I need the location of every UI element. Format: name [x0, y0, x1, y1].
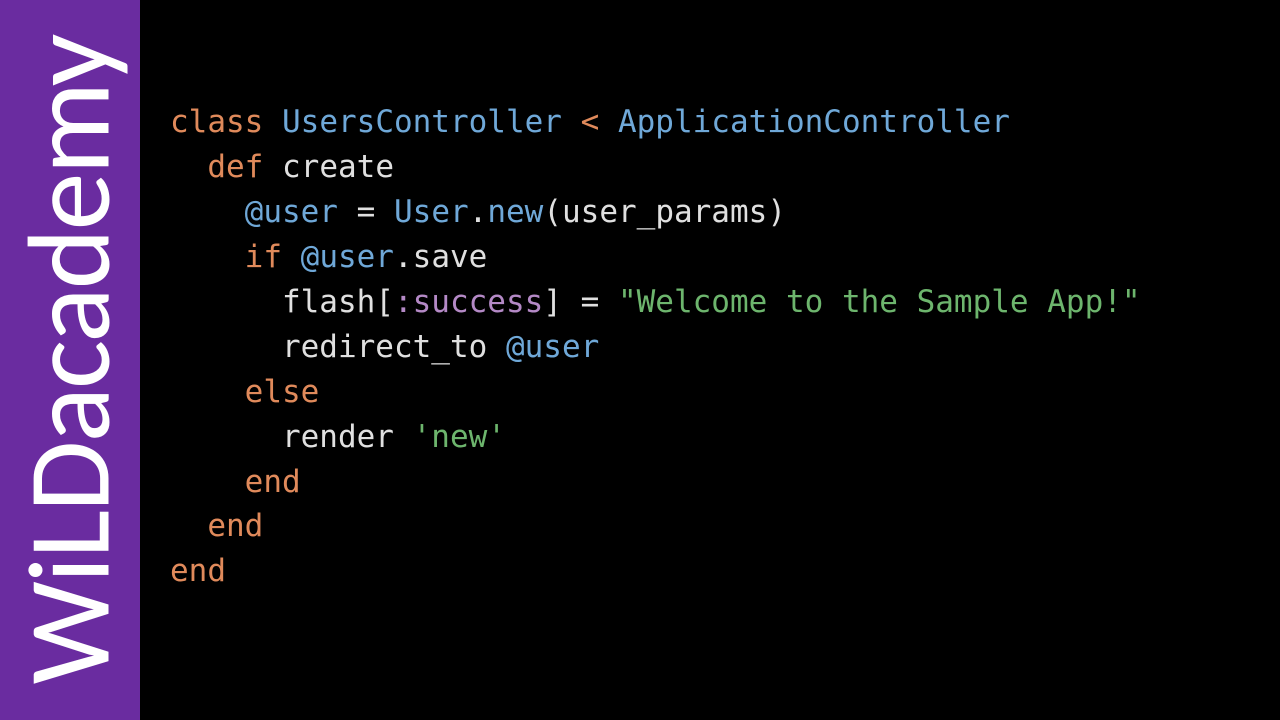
ivar-user: @user — [245, 194, 338, 230]
operator-eq: = — [357, 194, 376, 230]
class-name-user: User — [394, 194, 469, 230]
lbracket: [ — [375, 284, 394, 320]
method-redirect-to: redirect_to — [282, 329, 487, 365]
symbol-success: :success — [394, 284, 543, 320]
page: WiLDacademy class UsersController < Appl… — [0, 0, 1280, 720]
kw-end: end — [245, 464, 301, 500]
string-welcome: "Welcome to the Sample App!" — [618, 284, 1141, 320]
kw-class: class — [170, 104, 263, 140]
kw-if: if — [245, 239, 282, 275]
operator-lt: < — [581, 104, 600, 140]
rparen: ) — [767, 194, 786, 230]
ivar-user: @user — [301, 239, 394, 275]
method-new: new — [487, 194, 543, 230]
ivar-user: @user — [506, 329, 599, 365]
kw-def: def — [207, 149, 263, 185]
dot: . — [394, 239, 413, 275]
method-save: save — [413, 239, 488, 275]
arg-user-params: user_params — [562, 194, 767, 230]
class-name-application-controller: ApplicationController — [618, 104, 1010, 140]
lparen: ( — [543, 194, 562, 230]
operator-eq: = — [581, 284, 600, 320]
method-render: render — [282, 419, 394, 455]
string-new: 'new' — [413, 419, 506, 455]
rbracket: ] — [543, 284, 562, 320]
code-snippet: class UsersController < ApplicationContr… — [140, 0, 1280, 720]
kw-else: else — [245, 374, 320, 410]
sidebar: WiLDacademy — [0, 0, 140, 720]
kw-end: end — [207, 508, 263, 544]
method-name-create: create — [282, 149, 394, 185]
brand-logo-text: WiLDacademy — [0, 36, 141, 685]
method-flash: flash — [282, 284, 375, 320]
kw-end: end — [170, 553, 226, 589]
class-name-users-controller: UsersController — [282, 104, 562, 140]
dot: . — [469, 194, 488, 230]
